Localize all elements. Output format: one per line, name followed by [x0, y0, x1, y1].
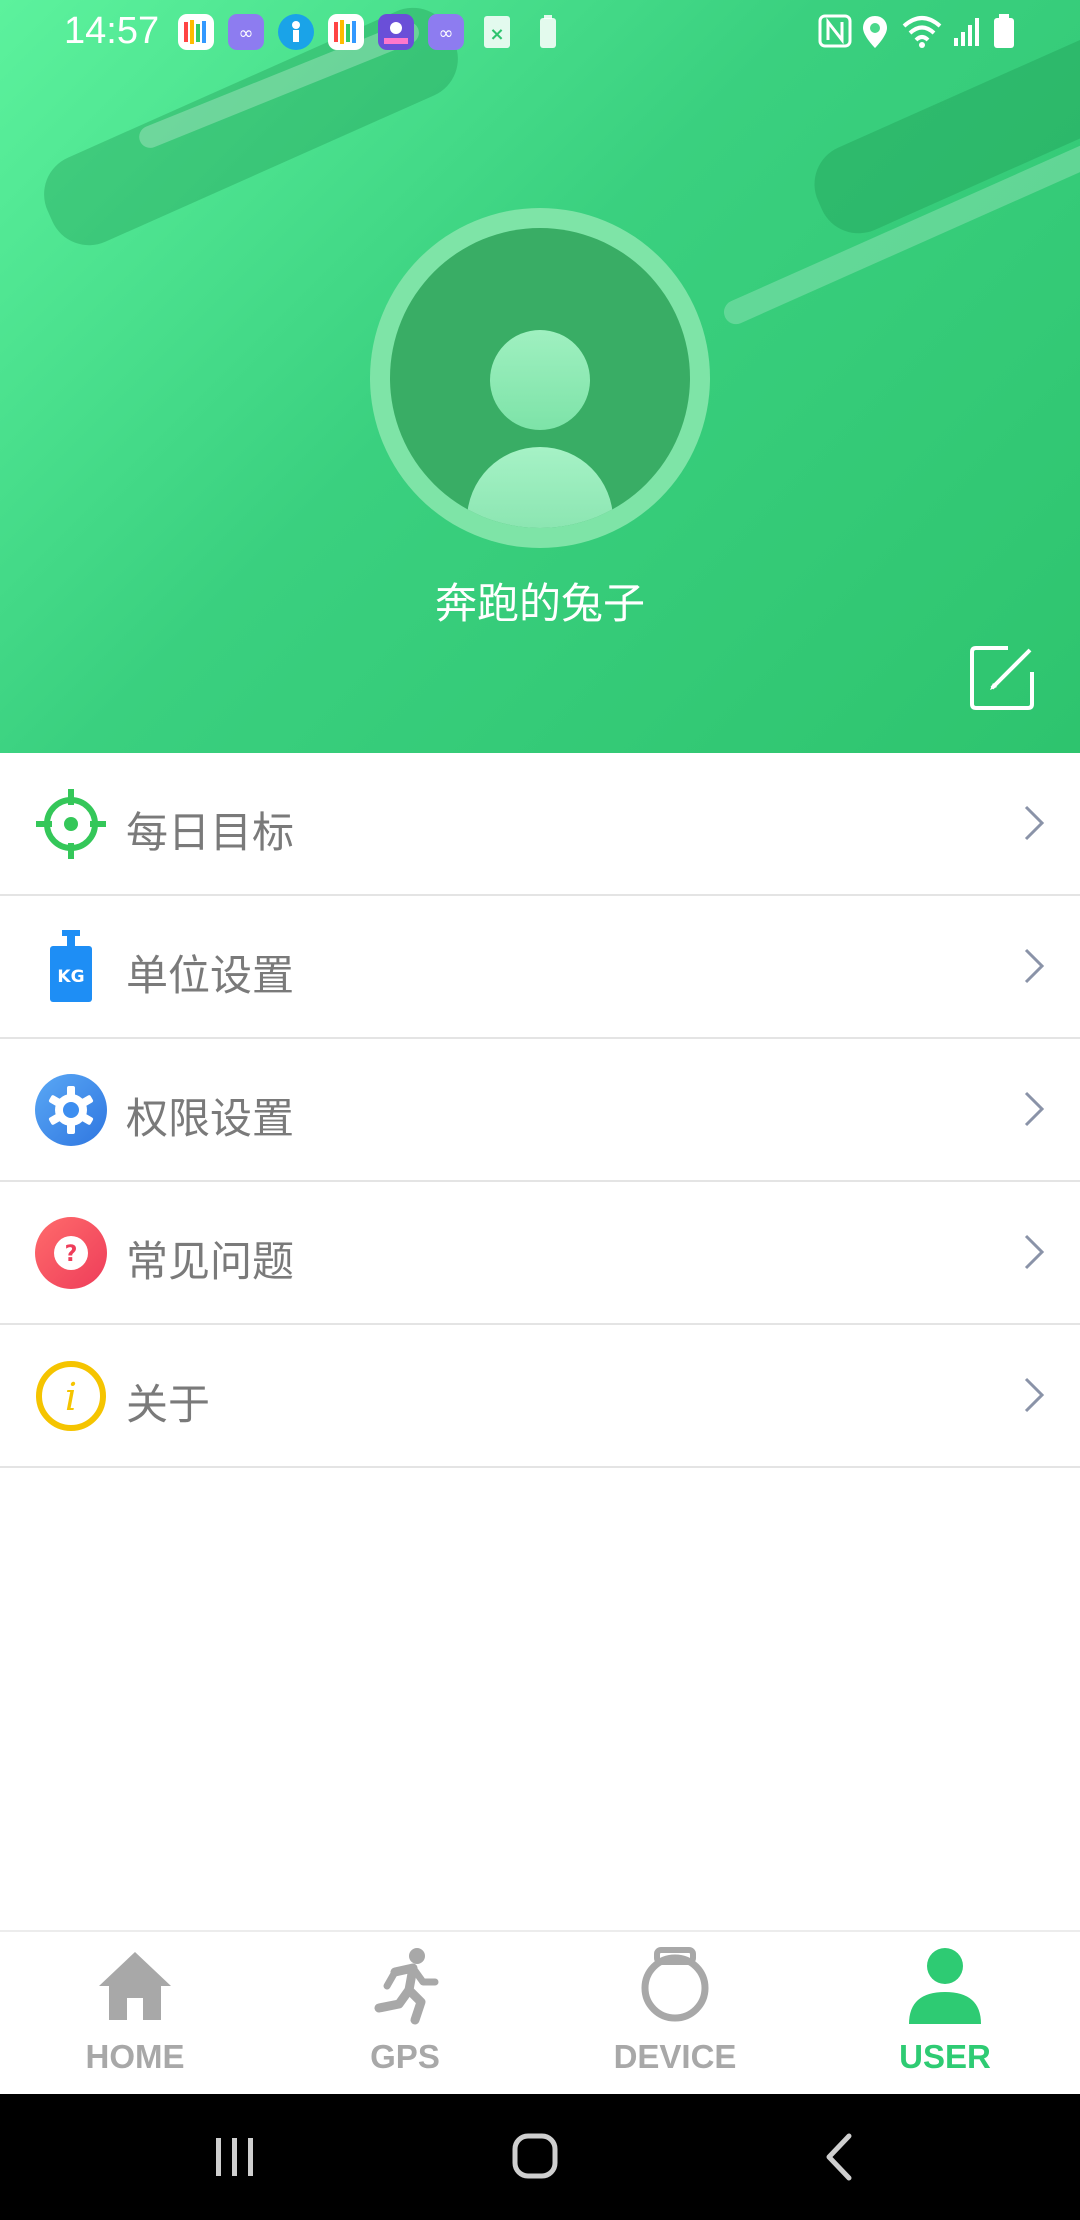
watch-icon	[641, 1947, 709, 2022]
menu-item-about[interactable]: i 关于	[0, 1325, 1080, 1468]
location-icon	[860, 14, 890, 58]
tab-label: GPS	[370, 2038, 440, 2075]
tab-device[interactable]: DEVICE	[540, 1932, 810, 2096]
svg-text:∞: ∞	[439, 23, 454, 44]
question-icon: ?	[35, 1217, 107, 1289]
menu-item-label: 单位设置	[126, 951, 295, 1000]
tab-label: USER	[899, 2038, 991, 2075]
svg-text:?: ?	[65, 1242, 78, 1267]
map-app-icon	[378, 14, 414, 50]
nfc-icon	[818, 14, 852, 56]
tab-gps[interactable]: GPS	[270, 1932, 540, 2096]
loop-app-icon: ∞	[428, 14, 464, 50]
tab-user[interactable]: USER	[810, 1932, 1080, 2096]
menu-item-label: 权限设置	[126, 1094, 295, 1143]
settings-menu: 每日目标 KG 单位设置 权限设置 ? 常见问题 i 关于	[0, 753, 1080, 1468]
home-icon	[99, 1952, 171, 2020]
menu-item-unit-settings[interactable]: KG 单位设置	[0, 896, 1080, 1039]
chevron-right-icon	[1024, 805, 1045, 841]
menu-item-label: 常见问题	[126, 1237, 295, 1286]
info-icon: i	[36, 1361, 106, 1431]
kg-weight-icon: KG	[50, 930, 92, 1002]
fitness-app-icon	[278, 14, 314, 50]
gear-icon	[35, 1074, 107, 1146]
avatar[interactable]	[370, 208, 710, 548]
edit-profile-button[interactable]	[964, 640, 1040, 716]
back-icon[interactable]	[805, 2124, 875, 2190]
profile-header: 14:57 ∞ ∞ × 奔跑的兔子	[0, 0, 1080, 753]
home-system-icon[interactable]	[500, 2124, 570, 2190]
svg-text:×: ×	[489, 24, 504, 45]
tab-label: HOME	[85, 2038, 185, 2075]
chevron-right-icon	[1024, 1091, 1045, 1127]
target-icon	[36, 789, 106, 859]
recent-apps-icon[interactable]	[200, 2124, 270, 2190]
menu-item-label: 每日目标	[126, 808, 295, 857]
menu-item-faq[interactable]: ? 常见问题	[0, 1182, 1080, 1325]
svg-text:∞: ∞	[239, 23, 254, 44]
avatar-image	[390, 228, 690, 528]
menu-item-daily-goal[interactable]: 每日目标	[0, 753, 1080, 896]
chevron-right-icon	[1024, 948, 1045, 984]
battery-icon	[992, 14, 1016, 58]
username[interactable]: 奔跑的兔子	[0, 570, 1080, 631]
status-bar: 14:57 ∞ ∞ ×	[0, 0, 1080, 64]
heart-rate-app-icon	[328, 14, 364, 50]
tab-home[interactable]: HOME	[0, 1932, 270, 2096]
battery-saver-icon	[530, 14, 566, 50]
menu-item-permission-settings[interactable]: 权限设置	[0, 1039, 1080, 1182]
svg-text:i: i	[65, 1375, 77, 1419]
chevron-right-icon	[1024, 1377, 1045, 1413]
signal-icon	[952, 14, 982, 56]
running-icon	[374, 1948, 439, 2025]
system-nav-bar	[0, 2094, 1080, 2220]
avatar-body	[467, 447, 613, 528]
chevron-right-icon	[1024, 1234, 1045, 1270]
heart-rate-app-icon	[178, 14, 214, 50]
excel-icon: ×	[480, 14, 516, 50]
wifi-icon	[902, 14, 942, 58]
bottom-nav: HOME GPS DEVICE USER	[0, 1930, 1080, 2096]
user-icon	[909, 1948, 981, 2024]
loop-app-icon: ∞	[228, 14, 264, 50]
status-time: 14:57	[64, 10, 160, 52]
edit-icon	[970, 646, 1034, 710]
menu-item-label: 关于	[126, 1380, 211, 1429]
tab-label: DEVICE	[613, 2038, 737, 2075]
svg-text:KG: KG	[57, 967, 84, 987]
avatar-head	[490, 330, 590, 430]
